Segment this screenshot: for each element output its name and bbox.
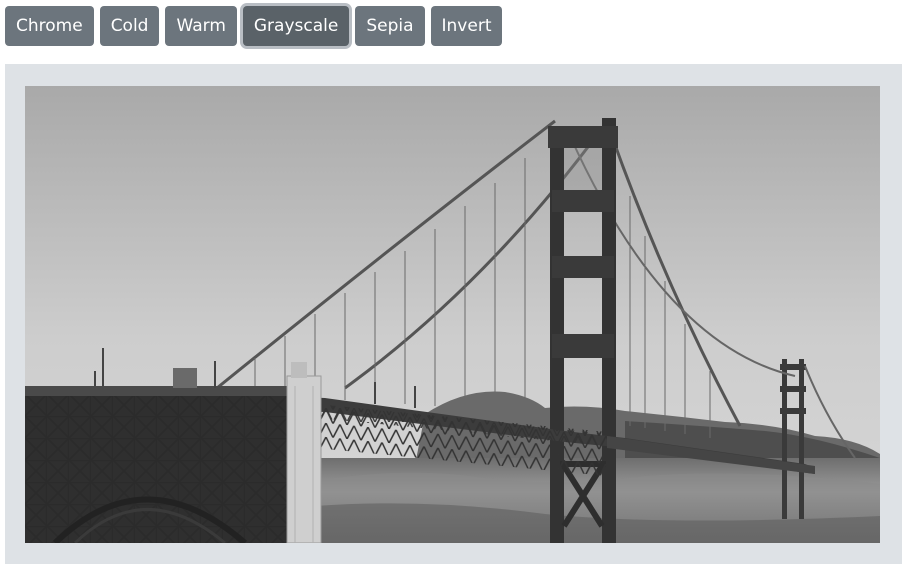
filter-button-cold[interactable]: Cold bbox=[99, 6, 160, 46]
filter-button-warm[interactable]: Warm bbox=[165, 6, 237, 46]
image-frame bbox=[5, 64, 902, 564]
filter-button-grayscale[interactable]: Grayscale bbox=[242, 6, 350, 46]
filter-button-invert[interactable]: Invert bbox=[430, 6, 503, 46]
filter-button-sepia[interactable]: Sepia bbox=[355, 6, 425, 46]
filter-toolbar: Chrome Cold Warm Grayscale Sepia Invert bbox=[5, 6, 503, 46]
bridge-photo bbox=[25, 86, 880, 543]
bridge-photo-illustration bbox=[25, 86, 880, 543]
filter-button-chrome[interactable]: Chrome bbox=[5, 6, 94, 46]
